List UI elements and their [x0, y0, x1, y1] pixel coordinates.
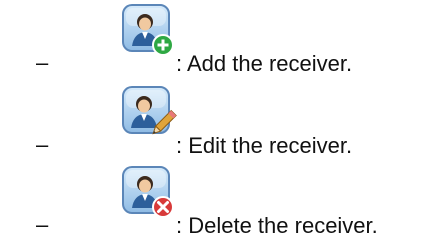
list-item-edit: – : Edit the receiver.: [0, 84, 430, 162]
list-item-add: – : Add the receiver.: [0, 2, 430, 80]
bullet-dash: –: [36, 132, 49, 157]
add-receiver-text: : Add the receiver.: [176, 51, 353, 76]
add-user-icon[interactable]: [120, 2, 178, 60]
bullet-dash: –: [36, 212, 49, 237]
edit-user-icon[interactable]: [120, 84, 178, 142]
delete-receiver-text: : Delete the receiver.: [176, 213, 378, 238]
bullet-dash: –: [36, 50, 49, 75]
list-item-delete: – : Delete the receiver.: [0, 164, 430, 242]
edit-receiver-text: : Edit the receiver.: [176, 133, 353, 158]
delete-user-icon[interactable]: [120, 164, 178, 222]
